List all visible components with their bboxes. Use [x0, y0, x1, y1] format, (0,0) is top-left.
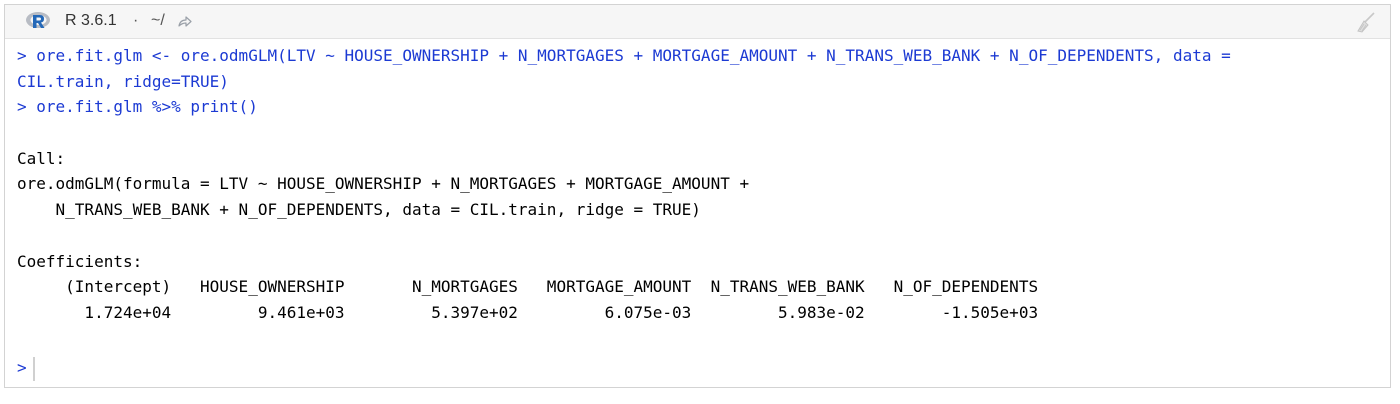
console-output-line: ore.odmGLM(formula = LTV ~ HOUSE_OWNERSH…: [17, 174, 750, 194]
text-cursor: [32, 356, 35, 381]
goto-directory-icon[interactable]: [177, 14, 193, 30]
console-prompt: >: [17, 358, 27, 378]
coefficients-values-line: 1.724e+04 9.461e+03 5.397e+02 6.075e-03 …: [17, 302, 1039, 322]
coefficients-header-line: (Intercept) HOUSE_OWNERSHIP N_MORTGAGES …: [17, 277, 1039, 297]
working-directory-label[interactable]: ~/: [151, 12, 165, 30]
console-input-line[interactable]: >: [17, 355, 1384, 381]
console-command-line: > ore.fit.glm %>% print(): [17, 97, 258, 117]
broom-icon[interactable]: [1354, 11, 1378, 33]
console-output-line: Call:: [17, 148, 66, 168]
console-output[interactable]: > ore.fit.glm <- ore.odmGLM(LTV ~ HOUSE_…: [17, 43, 1384, 387]
r-logo-icon: [26, 12, 50, 28]
header-separator: ·: [133, 12, 139, 29]
console-command-line: CIL.train, ridge=TRUE): [17, 71, 229, 91]
console-header: R 3.6.1 · ~/: [5, 5, 1390, 39]
console-command-line: > ore.fit.glm <- ore.odmGLM(LTV ~ HOUSE_…: [17, 46, 1231, 65]
console-pane: R 3.6.1 · ~/ > ore.fit.glm <- ore.odmGLM…: [4, 4, 1391, 388]
console-output-line: Coefficients:: [17, 251, 143, 271]
console-output-line: N_TRANS_WEB_BANK + N_OF_DEPENDENTS, data…: [17, 200, 701, 220]
r-version-label: R 3.6.1: [65, 12, 117, 29]
